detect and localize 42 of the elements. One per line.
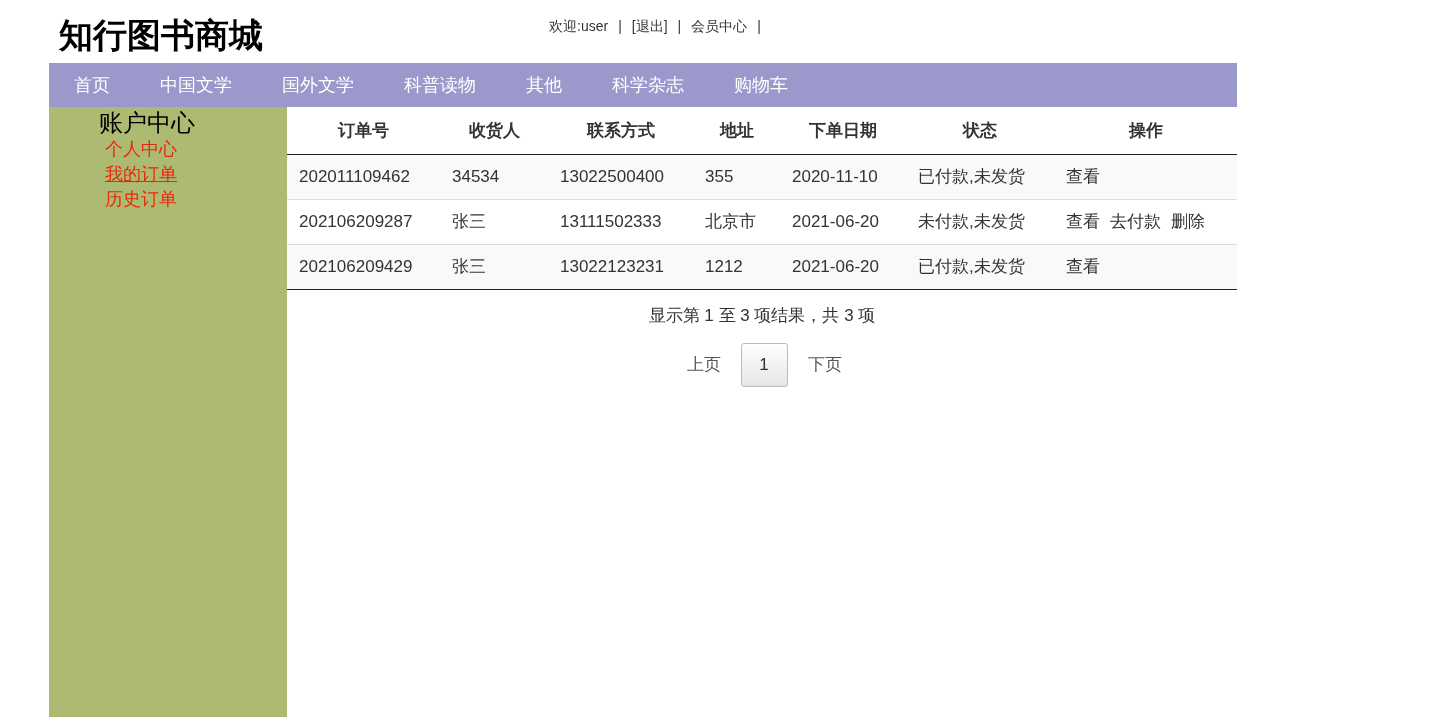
header-link[interactable]: [退出] (631, 16, 668, 37)
table-cell: 202106209287 (299, 212, 413, 232)
column-header: 状态 (963, 119, 997, 142)
action-link[interactable]: 去付款 (1110, 209, 1161, 235)
separator-text: | (756, 17, 762, 36)
next-page-link[interactable]: 下页 (807, 351, 842, 378)
table-cell: 13022123231 (560, 257, 664, 277)
table-cell: 北京市 (705, 212, 756, 232)
action-link[interactable]: 查看 (1066, 254, 1100, 280)
column-header: 地址 (719, 119, 754, 142)
table-cell: 13022500400 (560, 167, 664, 187)
sidebar-title: 账户中心 (99, 109, 195, 137)
header-link[interactable]: 会员中心 (691, 16, 748, 37)
action-link[interactable]: 查看 (1066, 209, 1100, 235)
prev-page-link[interactable]: 上页 (686, 351, 721, 378)
column-header: 订单号 (338, 119, 389, 142)
column-header: 操作 (1128, 119, 1163, 142)
table-cell: 355 (705, 167, 734, 187)
column-header: 联系方式 (586, 119, 655, 142)
column-header: 下单日期 (809, 119, 877, 142)
separator-text: | (617, 17, 623, 36)
separator-text: | (676, 17, 683, 36)
table-cell: 张三 (452, 212, 486, 232)
table-cell: 已付款,未发货 (918, 257, 1025, 277)
welcome-text: 欢迎:user (549, 17, 609, 36)
table-cell: 未付款,未发货 (918, 212, 1025, 232)
table-cell: 2021-06-20 (792, 212, 879, 232)
table-cell: 1212 (705, 257, 743, 277)
table-cell: 13111502333 (560, 212, 662, 232)
table-cell: 202011109462 (299, 167, 410, 187)
column-header: 收货人 (468, 119, 520, 142)
table-cell: 张三 (452, 257, 486, 277)
action-link[interactable]: 查看 (1066, 164, 1100, 190)
table-cell: 34534 (452, 167, 500, 187)
table-cell: 2021-06-20 (792, 257, 879, 277)
site-logo: 知行图书商城 (59, 18, 263, 52)
action-link[interactable]: 删除 (1171, 209, 1205, 235)
page-button[interactable]: 1 (740, 342, 788, 387)
results-summary: 显示第 1 至 3 项结果，共 3 项 (648, 305, 876, 327)
table-cell: 202106209429 (299, 257, 413, 277)
table-cell: 2020-11-10 (792, 167, 878, 187)
table-cell: 已付款,未发货 (918, 167, 1025, 187)
